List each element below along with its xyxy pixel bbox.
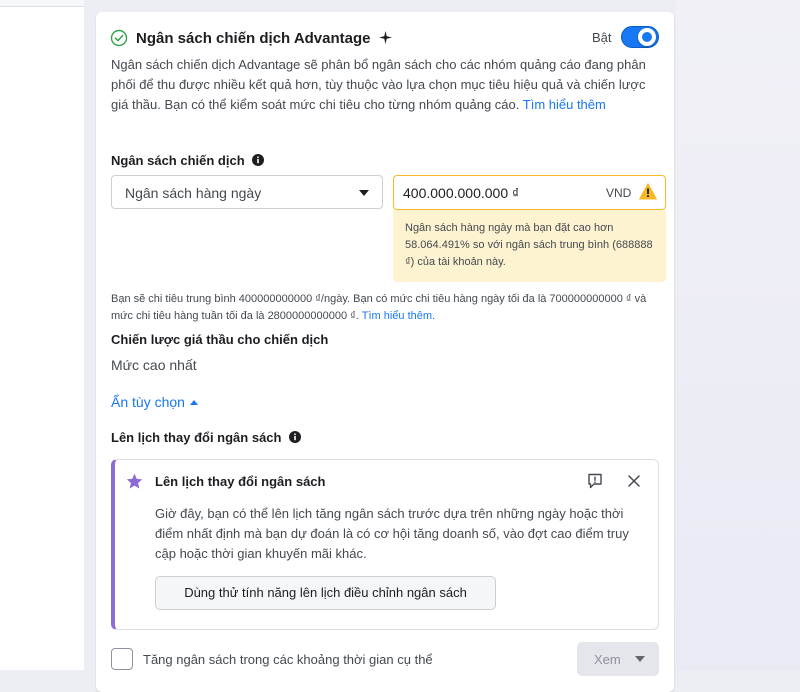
budget-warning-message: Ngân sách hàng ngày mà bạn đặt cao hơn 5… [393, 210, 666, 282]
info-icon[interactable] [252, 154, 265, 166]
left-pane [0, 0, 84, 670]
chevron-down-icon [635, 656, 645, 662]
bid-strategy-label: Chiến lược giá thầu cho chiến dịch [111, 332, 329, 347]
section-title: Ngân sách chiến dịch Advantage [136, 29, 392, 49]
try-scheduling-button[interactable]: Dùng thử tính năng lên lịch điều chỉnh n… [155, 576, 496, 610]
budget-type-select[interactable]: Ngân sách hàng ngày [111, 175, 383, 209]
increase-budget-checkbox[interactable] [111, 648, 133, 670]
check-circle-icon [110, 29, 128, 47]
currency-label: VND [606, 186, 632, 200]
view-button-label: Xem [594, 652, 621, 667]
report-icon[interactable] [587, 473, 603, 489]
learn-more-link[interactable]: Tìm hiểu thêm [523, 97, 606, 112]
schedule-promo-card: Lên lịch thay đổi ngân sách Giờ đây, bạn… [111, 459, 659, 630]
budget-label-text: Ngân sách chiến dịch [111, 153, 245, 168]
warning-icon [639, 183, 657, 200]
advantage-budget-toggle[interactable] [621, 26, 659, 48]
section-title-text: Ngân sách chiến dịch Advantage [136, 30, 371, 47]
sparkle-icon [378, 31, 392, 44]
hide-options-link[interactable]: Ẩn tùy chọn [111, 394, 198, 410]
campaign-budget-card: Ngân sách chiến dịch Advantage Bật Ngân … [96, 12, 674, 692]
star-icon [126, 473, 143, 489]
right-background [676, 0, 800, 670]
close-icon[interactable] [627, 474, 641, 488]
budget-label: Ngân sách chiến dịch [111, 153, 265, 168]
spend-note: Bạn sẽ chi tiêu trung bình 400000000000 … [111, 291, 666, 325]
hide-options-text: Ẩn tùy chọn [111, 394, 185, 410]
budget-type-value: Ngân sách hàng ngày [125, 185, 262, 201]
info-icon[interactable] [289, 431, 302, 443]
toggle-knob [638, 28, 656, 46]
schedule-card-text: Giờ đây, bạn có thể lên lịch tăng ngân s… [155, 506, 629, 561]
view-button[interactable]: Xem [577, 642, 659, 676]
bid-strategy-value: Mức cao nhất [111, 357, 197, 373]
left-pane-divider [0, 0, 84, 7]
schedule-label: Lên lịch thay đổi ngân sách [111, 430, 302, 445]
toggle-label: Bật [592, 30, 612, 45]
budget-amount-value: 400.000.000.000 ₫ [403, 185, 520, 201]
spend-note-link[interactable]: Tìm hiểu thêm. [362, 310, 435, 322]
chevron-down-icon [359, 190, 369, 196]
increase-budget-checkbox-label: Tăng ngân sách trong các khoảng thời gia… [143, 652, 433, 667]
caret-up-icon [189, 400, 198, 405]
section-description: Ngân sách chiến dịch Advantage sẽ phân b… [111, 55, 659, 115]
schedule-card-title: Lên lịch thay đổi ngân sách [155, 474, 326, 489]
budget-amount-input[interactable]: 400.000.000.000 ₫ VND [393, 175, 666, 210]
schedule-label-text: Lên lịch thay đổi ngân sách [111, 430, 282, 445]
